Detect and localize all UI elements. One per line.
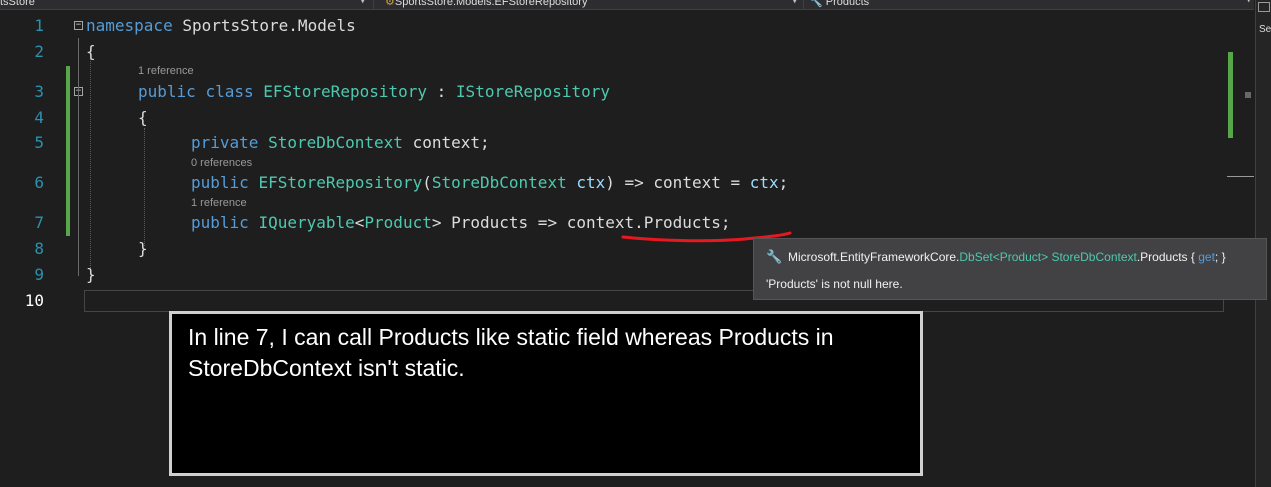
- generic-open: <: [354, 213, 365, 232]
- chevron-down-icon[interactable]: ▾: [360, 0, 365, 8]
- line-number: 8: [34, 239, 44, 258]
- generic-open: <: [992, 250, 1000, 264]
- keyword: public: [138, 82, 196, 101]
- indent-guide: [144, 128, 145, 246]
- member-dropdown[interactable]: 🔧 Products: [809, 0, 869, 9]
- inheritance-colon: :: [427, 82, 456, 101]
- wrench-icon: 🔧: [766, 249, 783, 264]
- member-dropdown-label: Products: [825, 0, 870, 8]
- indent-guide: [90, 58, 91, 270]
- type-name: IQueryable: [258, 213, 355, 232]
- generic-type-name[interactable]: Product: [1000, 250, 1041, 264]
- generic-close: >: [1041, 250, 1052, 264]
- project-dropdown[interactable]: tsStore: [0, 0, 35, 9]
- line-number: 6: [34, 173, 44, 192]
- code-line-3[interactable]: public class EFStoreRepository : IStoreR…: [138, 82, 610, 102]
- namespace-name: SportsStore.Models: [172, 16, 356, 35]
- keyword: namespace: [86, 16, 173, 35]
- annotation-text-box: In line 7, I can call Products like stat…: [169, 311, 923, 476]
- side-panel-tab[interactable]: Se: [1259, 24, 1271, 35]
- accessor-end: ; }: [1214, 250, 1226, 264]
- line-number: 1: [34, 16, 44, 35]
- line-number: 7: [34, 213, 44, 232]
- chevron-down-icon[interactable]: ▾: [1246, 0, 1251, 6]
- split-view-icon[interactable]: [1258, 2, 1270, 12]
- code-line-5[interactable]: private StoreDbContext context;: [191, 133, 490, 153]
- line-number: 5: [34, 133, 44, 152]
- line-number: 10: [24, 291, 44, 310]
- member-name: .Products {: [1136, 250, 1199, 264]
- fold-outline: [78, 38, 79, 276]
- field-name: context;: [402, 133, 490, 152]
- scrollbar-caret-marker: [1227, 176, 1254, 177]
- navigation-bar: tsStore ▾ ⚙SportsStore.Models.EFStoreRep…: [0, 0, 1254, 10]
- class-name: EFStoreRepository: [263, 82, 428, 101]
- expression-body: ) => context =: [605, 173, 750, 192]
- codelens-references[interactable]: 1 reference: [138, 65, 194, 77]
- line-number: 4: [34, 108, 44, 127]
- divider: [803, 0, 804, 9]
- quick-info-tooltip: 🔧 Microsoft.EntityFrameworkCore.DbSet<Pr…: [753, 238, 1267, 300]
- chevron-down-icon[interactable]: ▾: [792, 0, 797, 8]
- line-number: 2: [34, 42, 44, 61]
- code-line-2[interactable]: {: [86, 42, 96, 62]
- generic-type-name: Product: [364, 213, 432, 232]
- type-name: StoreDbContext: [268, 133, 403, 152]
- accessor-keyword: get: [1198, 250, 1215, 264]
- type-name[interactable]: DbSet: [959, 250, 992, 264]
- codelens-references[interactable]: 1 reference: [191, 197, 247, 209]
- namespace-text: Microsoft.EntityFrameworkCore.: [788, 250, 960, 264]
- wrench-icon: 🔧: [809, 0, 823, 8]
- scrollbar-thumb[interactable]: [1245, 92, 1251, 98]
- keyword: public: [191, 213, 249, 232]
- line-number: 3: [34, 82, 44, 101]
- nullability-note: 'Products' is not null here.: [766, 277, 903, 291]
- paren: (: [422, 173, 432, 192]
- constructor-name: EFStoreRepository: [258, 173, 423, 192]
- keyword: public: [191, 173, 249, 192]
- parameter-name: ctx: [749, 173, 779, 192]
- code-line-9[interactable]: }: [86, 265, 96, 285]
- code-line-6[interactable]: public EFStoreRepository(StoreDbContext …: [191, 173, 788, 193]
- keyword: class: [205, 82, 254, 101]
- codelens-references[interactable]: 0 references: [191, 157, 252, 169]
- interface-name: IStoreRepository: [455, 82, 611, 101]
- collapse-icon[interactable]: −: [74, 21, 83, 30]
- code-line-1[interactable]: namespace SportsStore.Models: [86, 16, 356, 36]
- annotation-text: In line 7, I can call Products like stat…: [188, 324, 834, 381]
- parameter-type: StoreDbContext: [431, 173, 567, 192]
- parameter-name: ctx: [576, 173, 606, 192]
- line-number: 9: [34, 265, 44, 284]
- keyword: private: [191, 133, 259, 152]
- tooltip-signature: Microsoft.EntityFrameworkCore.DbSet<Prod…: [788, 250, 1226, 264]
- scrollbar-change-marker: [1228, 52, 1233, 138]
- type-dropdown[interactable]: ⚙SportsStore.Models.EFStoreRepository: [385, 0, 587, 9]
- divider: [373, 0, 374, 9]
- semicolon: ;: [778, 173, 789, 192]
- code-line-4[interactable]: {: [138, 108, 148, 128]
- settings-icon: ⚙: [385, 0, 395, 8]
- code-line-8[interactable]: }: [138, 239, 148, 259]
- type-dropdown-label: SportsStore.Models.EFStoreRepository: [394, 0, 588, 8]
- change-tracking-bar: [66, 66, 70, 236]
- context-type-name[interactable]: StoreDbContext: [1051, 250, 1136, 264]
